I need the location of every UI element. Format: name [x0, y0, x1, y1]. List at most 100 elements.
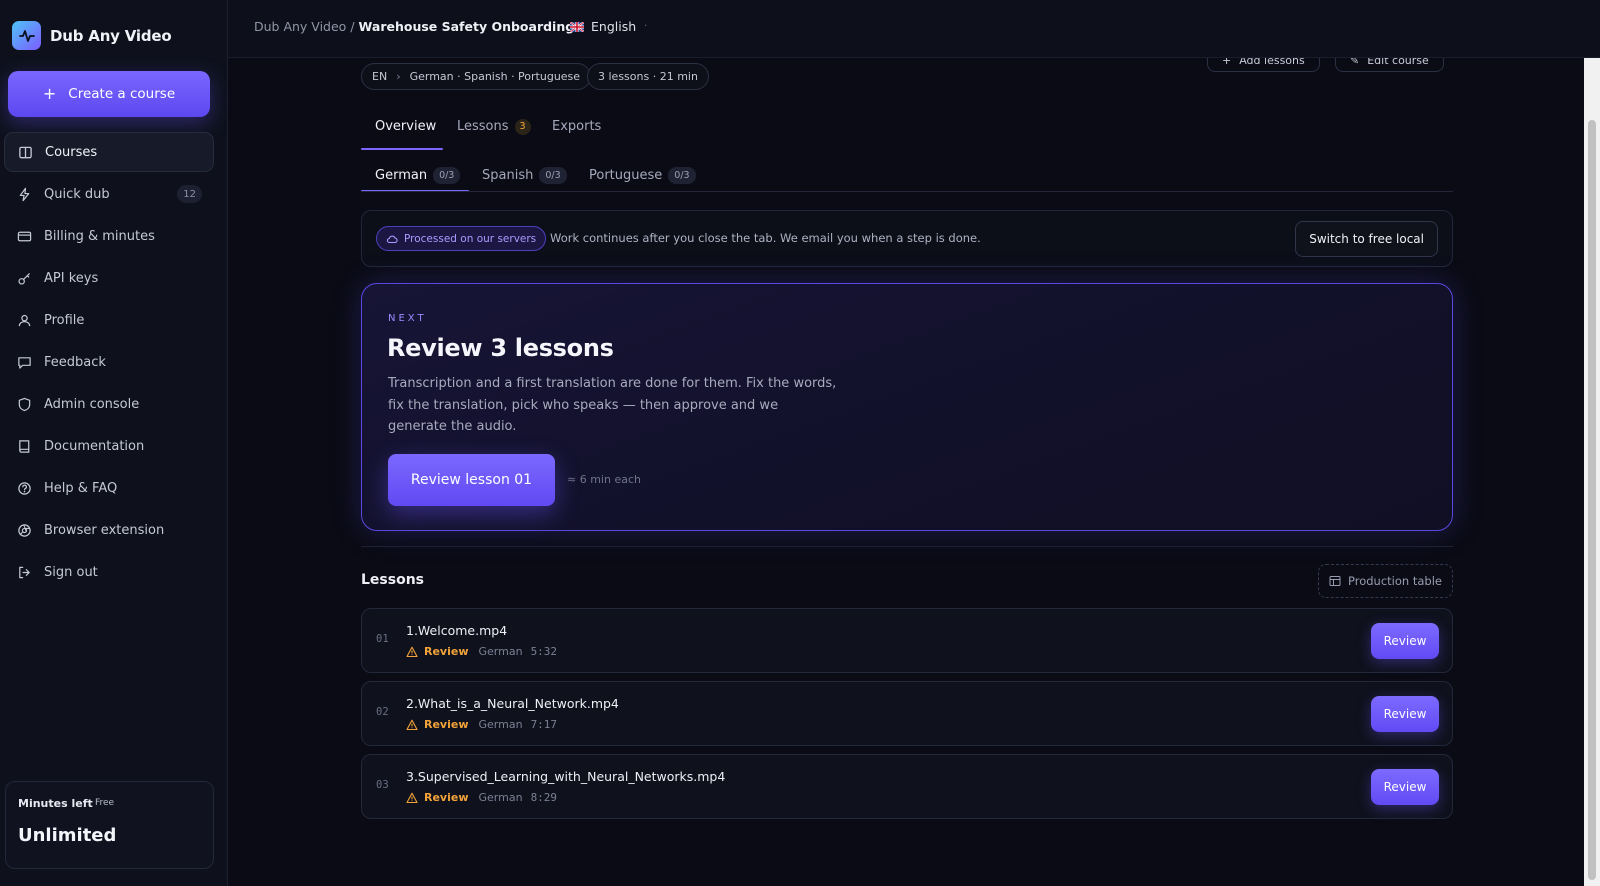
- minutes-card: Minutes left Free Unlimited: [5, 781, 214, 869]
- switch-to-local-button[interactable]: Switch to free local: [1295, 221, 1438, 257]
- sidebar-item-quick-dub[interactable]: Quick dub 12: [4, 174, 214, 214]
- sidebar-item-label: Billing & minutes: [44, 228, 155, 244]
- next-title: Review 3 lessons: [387, 334, 614, 362]
- tab-exports[interactable]: Exports: [552, 110, 601, 150]
- production-table-button[interactable]: Production table: [1318, 564, 1453, 598]
- review-lesson-button[interactable]: Review lesson 01: [388, 454, 555, 506]
- lesson-filename: 3.Supervised_Learning_with_Neural_Networ…: [406, 769, 726, 784]
- sidebar-item-label: Profile: [44, 312, 85, 328]
- review-button[interactable]: Review: [1371, 623, 1439, 659]
- sidebar-item-billing[interactable]: Billing & minutes: [4, 216, 214, 256]
- lightning-icon: [19, 187, 30, 201]
- plus-icon: +: [42, 84, 57, 103]
- chevron-right-icon: ›: [396, 70, 401, 83]
- scrollbar[interactable]: [1584, 58, 1600, 886]
- lesson-meta: Review German 7:17: [406, 718, 557, 731]
- sidebar-item-label: Courses: [45, 144, 98, 160]
- sidebar-item-documentation[interactable]: Documentation: [4, 426, 214, 466]
- sidebar-item-label: API keys: [44, 270, 99, 286]
- scrollbar-thumb[interactable]: [1588, 120, 1596, 880]
- time-estimate: ≈ 6 min each: [567, 473, 641, 486]
- lesson-language: German: [478, 718, 523, 731]
- active-tab-indicator: [361, 148, 443, 150]
- tab-overview[interactable]: Overview: [375, 110, 436, 150]
- dropdown-dot-icon: ·: [644, 21, 648, 32]
- tab-spanish[interactable]: Spanish 0/3: [482, 158, 567, 198]
- language-route-chip: EN › German · Spanish · Portuguese: [361, 63, 592, 90]
- tabs-divider: [361, 191, 1453, 192]
- warning-icon: [406, 792, 418, 803]
- create-course-button[interactable]: + Create a course: [8, 71, 210, 117]
- lesson-language: German: [478, 645, 523, 658]
- sidebar-item-help-faq[interactable]: Help & FAQ: [4, 468, 214, 508]
- status-badge: Review: [424, 791, 469, 804]
- progress-count: 0/3: [539, 167, 567, 184]
- lesson-duration: 5:32: [530, 645, 558, 658]
- lesson-duration: 7:17: [530, 718, 558, 731]
- sidebar-item-feedback[interactable]: Feedback: [4, 342, 214, 382]
- lesson-meta: Review German 5:32: [406, 645, 557, 658]
- production-table-label: Production table: [1348, 574, 1442, 588]
- uk-flag-icon: [570, 21, 584, 32]
- table-row[interactable]: 02 2.What_is_a_Neural_Network.mp4 Review…: [361, 681, 1453, 746]
- sidebar: Dub Any Video + Create a course Courses …: [0, 0, 228, 886]
- review-button[interactable]: Review: [1371, 696, 1439, 732]
- shield-icon: [18, 397, 31, 411]
- minutes-value: Unlimited: [18, 825, 117, 846]
- processing-bar: Processed on our servers Work continues …: [361, 210, 1453, 267]
- sidebar-item-api-keys[interactable]: API keys: [4, 258, 214, 298]
- tab-portuguese[interactable]: Portuguese 0/3: [589, 158, 696, 198]
- breadcrumb-separator: /: [350, 19, 355, 34]
- lesson-filename: 2.What_is_a_Neural_Network.mp4: [406, 696, 619, 711]
- help-circle-icon: [18, 481, 31, 495]
- lesson-number: 02: [376, 706, 389, 718]
- chat-bubble-icon: [18, 356, 31, 369]
- progress-count: 0/3: [668, 167, 696, 184]
- sidebar-item-label: Browser extension: [44, 522, 165, 538]
- cloud-icon: [386, 235, 398, 243]
- top-bar: Dub Any Video / Warehouse Safety Onboardin…: [228, 0, 1600, 58]
- minutes-label: Minutes left: [18, 797, 93, 810]
- warning-icon: [406, 719, 418, 730]
- breadcrumb-current: Warehouse Safety Onboarding.: [358, 19, 579, 34]
- table-row[interactable]: 03 3.Supervised_Learning_with_Neural_Net…: [361, 754, 1453, 819]
- sidebar-item-profile[interactable]: Profile: [4, 300, 214, 340]
- lessons-divider: [361, 546, 1453, 547]
- table-row[interactable]: 01 1.Welcome.mp4 Review German 5:32 Revi…: [361, 608, 1453, 673]
- sidebar-item-browser-extension[interactable]: Browser extension: [4, 510, 214, 550]
- table-icon: [1329, 576, 1341, 586]
- status-badge: Review: [424, 645, 469, 658]
- brand-name: Dub Any Video: [50, 26, 172, 45]
- lessons-heading: Lessons: [361, 572, 424, 588]
- plan-badge: Free: [95, 798, 115, 808]
- tab-lessons[interactable]: Lessons 3: [457, 110, 531, 150]
- extension-icon: [18, 523, 31, 537]
- sidebar-item-label: Help & FAQ: [44, 480, 118, 496]
- key-icon: [18, 272, 30, 285]
- course-summary: 3 lessons · 21 min: [598, 70, 698, 83]
- sidebar-item-courses[interactable]: Courses: [4, 132, 214, 172]
- sidebar-item-admin-console[interactable]: Admin console: [4, 384, 214, 424]
- count-badge: 12: [177, 185, 202, 203]
- book-open-icon: [19, 146, 32, 158]
- tab-german[interactable]: German 0/3: [375, 158, 461, 198]
- language-selector[interactable]: English ·: [570, 19, 647, 34]
- breadcrumb-root[interactable]: Dub Any Video: [254, 19, 346, 34]
- progress-count: 0/3: [433, 167, 461, 184]
- lesson-duration: 8:29: [530, 791, 558, 804]
- next-step-card: NEXT Review 3 lessons Transcription and …: [361, 283, 1453, 531]
- brand[interactable]: Dub Any Video: [12, 21, 172, 50]
- book-icon: [19, 439, 30, 453]
- sidebar-item-sign-out[interactable]: Sign out: [4, 552, 214, 592]
- sidebar-item-label: Feedback: [44, 354, 106, 370]
- sidebar-item-label: Admin console: [44, 396, 140, 412]
- server-processing-badge: Processed on our servers: [376, 226, 547, 251]
- tab-label: Spanish: [482, 168, 534, 183]
- lessons-count-badge: 3: [514, 119, 531, 135]
- sidebar-item-label: Sign out: [44, 564, 98, 580]
- review-button[interactable]: Review: [1371, 769, 1439, 805]
- status-badge: Review: [424, 718, 469, 731]
- user-icon: [18, 314, 31, 326]
- lesson-number: 03: [376, 779, 389, 791]
- lesson-language: German: [478, 791, 523, 804]
